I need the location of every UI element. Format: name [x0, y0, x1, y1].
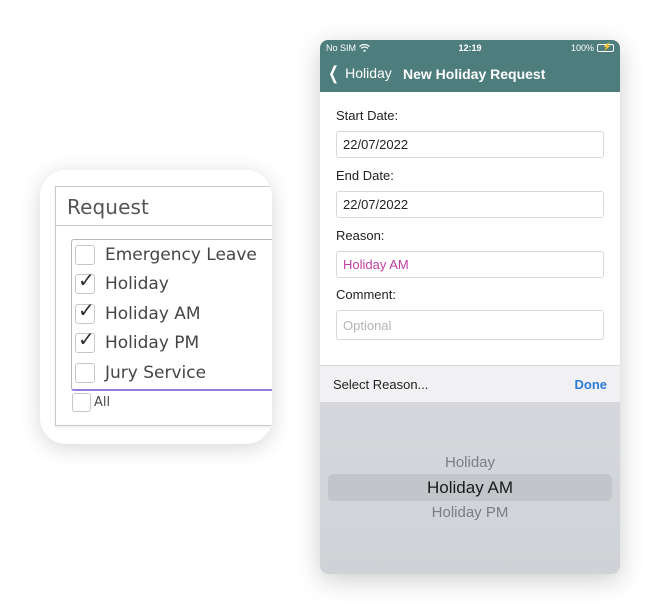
- option-holiday-pm[interactable]: ✓ Holiday PM: [75, 329, 199, 357]
- phone-screen: No SIM 12:19 100% ⚡ ❮ Holiday New Holida…: [320, 40, 620, 574]
- navigation-bar: ❮ Holiday New Holiday Request: [320, 56, 620, 92]
- checkbox[interactable]: ✓: [75, 300, 95, 324]
- option-emergency-leave[interactable]: Emergency Leave: [75, 241, 257, 269]
- option-holiday-am[interactable]: ✓ Holiday AM: [75, 300, 201, 328]
- checkbox[interactable]: [75, 363, 95, 383]
- select-all-label: All: [94, 395, 111, 410]
- request-panel: Request Emergency Leave ✓ Holiday ✓ Holi…: [55, 186, 272, 426]
- end-date-label: End Date:: [336, 168, 394, 183]
- end-date-field[interactable]: [336, 191, 604, 218]
- select-all-row[interactable]: All: [72, 393, 110, 412]
- option-jury-service[interactable]: Jury Service: [75, 359, 206, 387]
- option-label: Jury Service: [105, 363, 207, 383]
- option-label: Holiday PM: [105, 333, 200, 353]
- option-label: Emergency Leave: [105, 245, 257, 265]
- picker-option[interactable]: Holiday: [320, 454, 620, 471]
- start-date-field[interactable]: [336, 131, 604, 158]
- done-button[interactable]: Done: [575, 377, 608, 392]
- option-label: Holiday: [105, 274, 169, 294]
- reason-label: Reason:: [336, 228, 385, 243]
- reason-picker-wheel[interactable]: Holiday Holiday AM Holiday PM: [320, 402, 620, 574]
- battery-icon: ⚡: [597, 42, 614, 52]
- checkbox[interactable]: ✓: [75, 270, 95, 294]
- option-label: Holiday AM: [105, 304, 201, 324]
- picker-toolbar: Select Reason... Done: [320, 365, 620, 402]
- start-date-label: Start Date:: [336, 108, 399, 123]
- request-filter-card: Request Emergency Leave ✓ Holiday ✓ Holi…: [40, 170, 272, 444]
- divider: [56, 225, 272, 226]
- comment-label: Comment:: [336, 287, 396, 302]
- request-options-list[interactable]: Emergency Leave ✓ Holiday ✓ Holiday AM ✓…: [71, 239, 272, 391]
- picker-option-selected[interactable]: Holiday AM: [320, 478, 620, 498]
- checkbox[interactable]: ✓: [75, 329, 95, 353]
- page-title: New Holiday Request: [403, 66, 546, 82]
- status-bar: No SIM 12:19 100% ⚡: [320, 40, 620, 56]
- option-holiday[interactable]: ✓ Holiday: [75, 270, 169, 298]
- reason-field[interactable]: [336, 251, 604, 278]
- comment-field[interactable]: [336, 310, 604, 340]
- chevron-left-icon: ❮: [328, 63, 339, 83]
- back-label: Holiday: [345, 65, 392, 81]
- picker-option[interactable]: Holiday PM: [320, 504, 620, 521]
- checkbox[interactable]: [75, 245, 95, 265]
- check-icon: ✓: [78, 298, 95, 322]
- picker-label: Select Reason...: [333, 377, 429, 392]
- check-icon: ✓: [78, 327, 95, 351]
- request-title: Request: [67, 195, 149, 219]
- battery-percent: 100%: [570, 43, 594, 53]
- back-button[interactable]: ❮ Holiday: [326, 63, 392, 83]
- check-icon: ✓: [78, 268, 95, 292]
- select-all-checkbox[interactable]: [72, 393, 91, 412]
